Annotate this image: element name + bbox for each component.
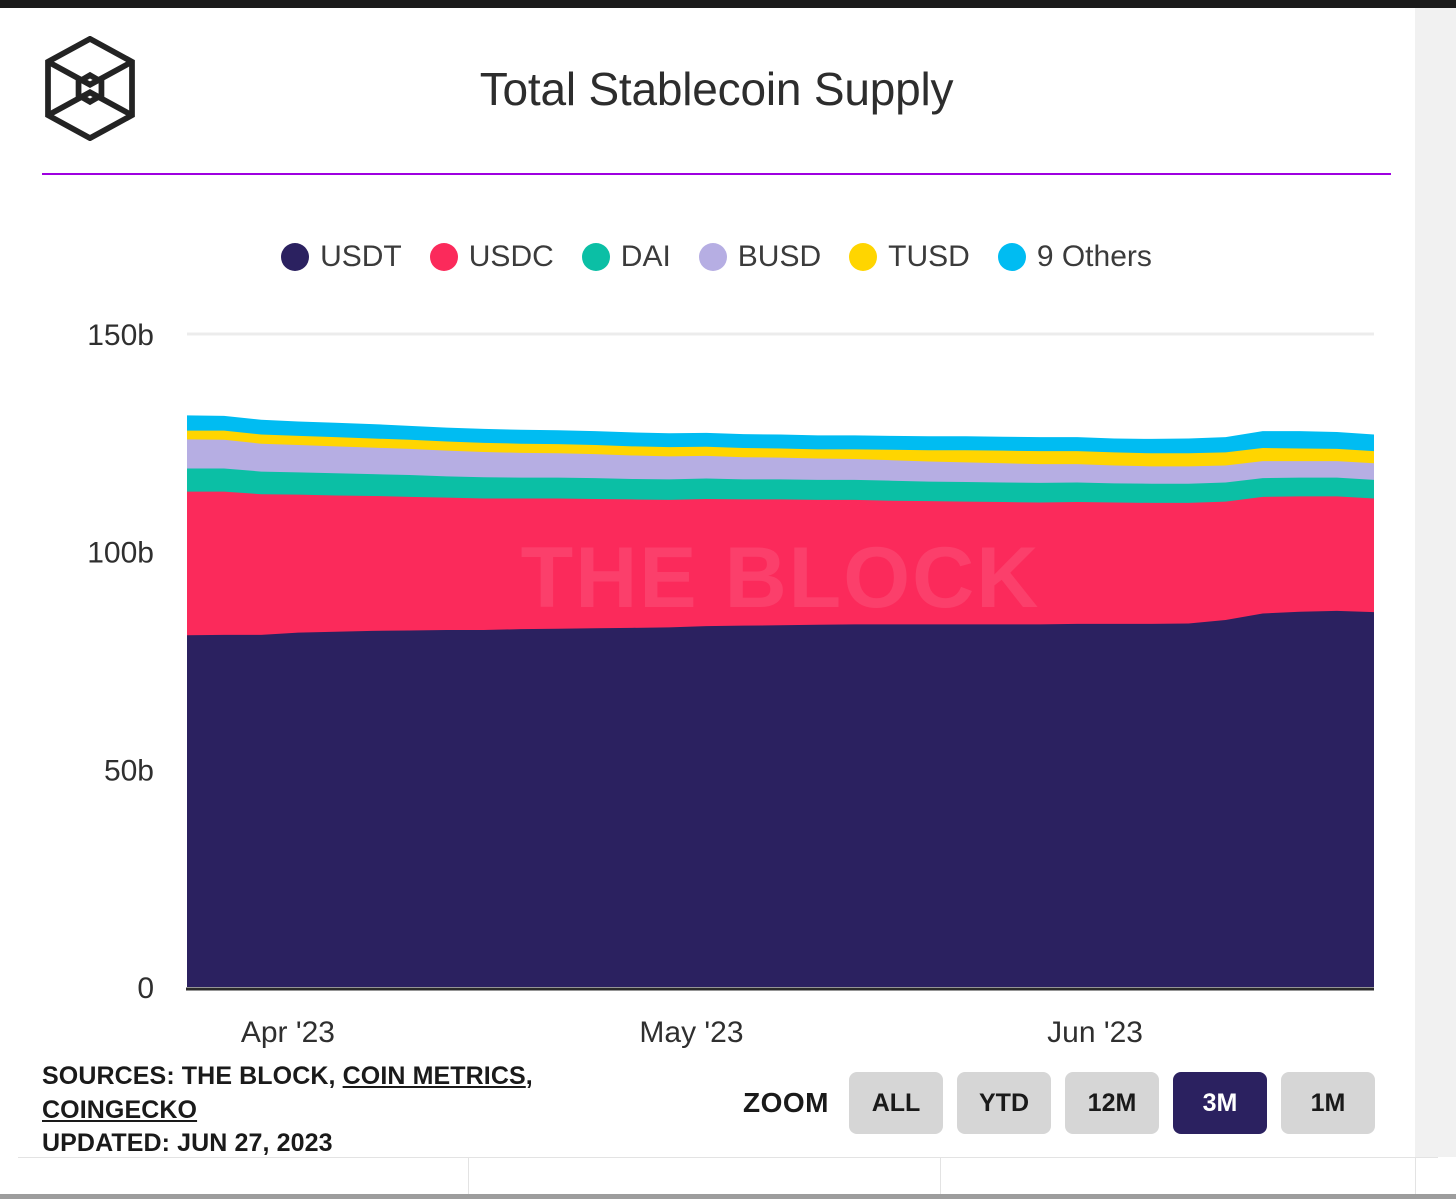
legend-item-label: DAI [621, 240, 671, 274]
legend-item-label: TUSD [888, 240, 970, 274]
bottom-shadow-bar [0, 1194, 1456, 1199]
grid-column-divider [1415, 1157, 1416, 1199]
title-underline-rule [42, 173, 1391, 175]
sources-prefix: SOURCES: THE BLOCK, [42, 1062, 343, 1090]
zoom-label: ZOOM [743, 1087, 829, 1119]
watermark-overlay: THE BLOCK [521, 530, 1041, 626]
page-title: Total Stablecoin Supply [18, 62, 1415, 116]
sources-separator: , [526, 1062, 533, 1090]
legend-swatch-icon [849, 243, 877, 271]
x-axis-tick-label: May '23 [639, 1016, 743, 1049]
legend-item-label: USDT [320, 240, 402, 274]
top-dark-strip [0, 0, 1456, 8]
chart-plot-area[interactable]: 050b100b150bTHE BLOCKTHE BLOCKApr '23May… [18, 302, 1415, 1062]
legend-item-tusd[interactable]: TUSD [849, 240, 970, 274]
grid-column-divider [468, 1157, 469, 1199]
source-link-coin-metrics[interactable]: COIN METRICS [343, 1062, 526, 1090]
legend-item-dai[interactable]: DAI [582, 240, 671, 274]
legend-item-label: BUSD [738, 240, 821, 274]
zoom-button-12m[interactable]: 12M [1065, 1072, 1159, 1134]
legend-swatch-icon [998, 243, 1026, 271]
card-header: Total Stablecoin Supply [18, 12, 1415, 162]
zoom-button-3m[interactable]: 3M [1173, 1072, 1267, 1134]
legend-swatch-icon [699, 243, 727, 271]
area-series-usdt [187, 611, 1374, 987]
x-axis-tick-label: Apr '23 [241, 1016, 335, 1049]
card-footer: SOURCES: THE BLOCK, COIN METRICS, COINGE… [18, 1052, 1415, 1157]
legend-swatch-icon [430, 243, 458, 271]
page-root: Total Stablecoin Supply USDT USDC DAI BUSD T… [0, 0, 1456, 1199]
updated-text: UPDATED: JUN 27, 2023 [42, 1127, 682, 1161]
legend-item-9-others[interactable]: 9 Others [998, 240, 1152, 274]
legend-swatch-icon [582, 243, 610, 271]
legend-item-usdc[interactable]: USDC [430, 240, 554, 274]
zoom-button-all[interactable]: ALL [849, 1072, 943, 1134]
legend-item-label: 9 Others [1037, 240, 1152, 274]
right-gutter [1415, 8, 1456, 1157]
zoom-button-1m[interactable]: 1M [1281, 1072, 1375, 1134]
source-link-coingecko[interactable]: COINGECKO [42, 1096, 197, 1124]
legend-item-usdt[interactable]: USDT [281, 240, 402, 274]
stacked-area-chart[interactable]: 050b100b150bTHE BLOCKTHE BLOCKApr '23May… [18, 302, 1415, 1062]
y-axis-tick-label: 100b [87, 537, 154, 570]
legend-item-label: USDC [469, 240, 554, 274]
legend-item-busd[interactable]: BUSD [699, 240, 821, 274]
y-axis-tick-label: 150b [87, 319, 154, 352]
y-axis-tick-label: 0 [137, 972, 154, 1005]
grid-column-divider [940, 1157, 941, 1199]
zoom-button-ytd[interactable]: YTD [957, 1072, 1051, 1134]
legend-swatch-icon [281, 243, 309, 271]
left-gutter [0, 8, 18, 1157]
zoom-range-controls: ZOOM ALLYTD12M3M1M [743, 1072, 1375, 1134]
chart-card: Total Stablecoin Supply USDT USDC DAI BUSD T… [18, 12, 1415, 1157]
chart-legend: USDT USDC DAI BUSD TUSD 9 Others [18, 240, 1415, 274]
x-axis-tick-label: Jun '23 [1047, 1016, 1143, 1049]
sources-text: SOURCES: THE BLOCK, COIN METRICS, COINGE… [42, 1060, 682, 1161]
y-axis-tick-label: 50b [104, 754, 154, 787]
